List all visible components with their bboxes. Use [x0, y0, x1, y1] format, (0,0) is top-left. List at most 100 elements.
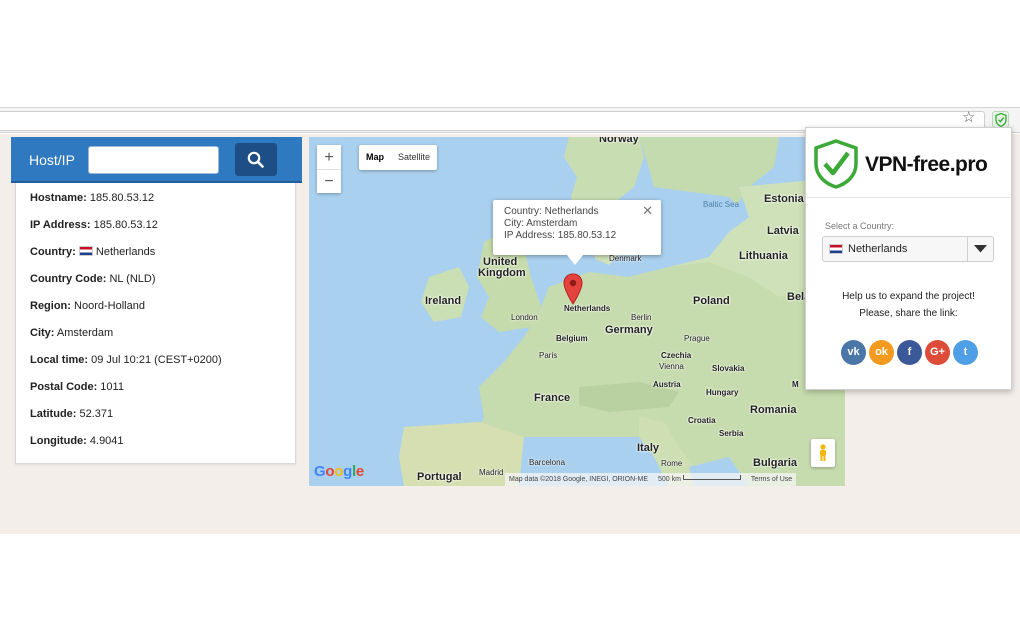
map-label-madrid: Madrid	[479, 468, 504, 477]
map-attribution-bar: Map data ©2018 Google, INEGI, ORION-ME 5…	[505, 473, 797, 486]
infowindow-city: City: Amsterdam	[504, 218, 578, 229]
longitude-label: Longitude:	[30, 435, 87, 447]
zoom-out-button[interactable]: −	[317, 169, 341, 193]
map-label-denmark: Denmark	[609, 254, 642, 263]
netherlands-flag-icon	[829, 244, 843, 254]
search-label: Host/IP	[29, 152, 75, 168]
netherlands-flag-icon	[78, 246, 93, 256]
close-icon[interactable]: ✕	[642, 203, 653, 219]
selected-country: Netherlands	[848, 243, 908, 255]
local-time-row: Local time: 09 Jul 10:21 (CEST+0200)	[30, 352, 222, 379]
vk-share-icon[interactable]: vk	[841, 340, 866, 365]
map-label-serbia: Serbia	[719, 429, 744, 438]
map-label-m: M	[792, 380, 799, 389]
map-label-portugal: Portugal	[417, 471, 462, 483]
map-label-germany: Germany	[605, 324, 653, 336]
promo-text: Help us to expand the project! Please, s…	[806, 288, 1011, 322]
hostname-label: Hostname:	[30, 192, 87, 204]
region-label: Region:	[30, 300, 71, 312]
country-label: Country:	[30, 246, 76, 258]
bookmark-star-icon[interactable]: ☆	[962, 109, 975, 127]
popup-header: VPN-free.pro	[806, 128, 1011, 198]
country-value: Netherlands	[95, 246, 156, 258]
street-view-pegman-icon[interactable]	[811, 439, 835, 467]
map-scale-label: 500 km	[658, 476, 681, 483]
city-value: Amsterdam	[56, 327, 114, 339]
longitude-value: 4.9041	[89, 435, 124, 447]
chevron-down-icon	[974, 245, 987, 253]
map-label-london: London	[511, 313, 538, 322]
local-time-value: 09 Jul 10:21 (CEST+0200)	[91, 354, 222, 366]
local-time-label: Local time:	[30, 354, 89, 366]
social-share-buttons: vk ok f G+ t	[841, 340, 978, 365]
city-label: City:	[30, 327, 55, 339]
scale-bar	[682, 475, 741, 480]
ip-info-panel: Host/IP Hostname: 185.80.53.12 IP Addres…	[11, 137, 302, 464]
country-code-label: Country Code:	[30, 273, 107, 285]
map-label-paris: Paris	[539, 351, 558, 360]
map-info-window: Country: Netherlands City: Amsterdam IP …	[493, 200, 661, 255]
map-label-berlin: Berlin	[631, 313, 652, 322]
hostname-value: 185.80.53.12	[89, 192, 155, 204]
map-label-norway: Norway	[599, 137, 639, 145]
map-label-latvia: Latvia	[767, 225, 799, 237]
infowindow-country: Country: Netherlands	[504, 206, 599, 217]
dropdown-toggle[interactable]	[967, 237, 993, 261]
ip-address-value: 185.80.53.12	[93, 219, 158, 231]
map-label-croatia: Croatia	[688, 416, 716, 425]
promo-line-2: Please, share the link:	[859, 308, 958, 319]
map-label-france: France	[534, 392, 571, 404]
region-row: Region: Noord-Holland	[30, 298, 222, 325]
location-pin-icon[interactable]	[563, 273, 583, 305]
terms-of-use-link[interactable]: Terms of Use	[751, 473, 792, 486]
latitude-row: Latitude: 52.371	[30, 406, 222, 433]
map-label-lithuania: Lithuania	[739, 250, 788, 262]
map-label-czechia: Czechia	[661, 351, 692, 360]
infowindow-ip: IP Address: 185.80.53.12	[504, 230, 617, 241]
map-scale: 500 km	[658, 473, 741, 486]
google-plus-share-icon[interactable]: G+	[925, 340, 950, 365]
zoom-controls: + −	[317, 145, 341, 193]
map-label-slovakia: Slovakia	[712, 364, 745, 373]
hostname-row: Hostname: 185.80.53.12	[30, 190, 222, 217]
country-code-row: Country Code: NL (NLD)	[30, 271, 222, 298]
map-label-romania: Romania	[750, 404, 797, 416]
map-label-estonia: Estonia	[764, 193, 804, 205]
country-row: Country: Netherlands	[30, 244, 222, 271]
search-button[interactable]	[235, 143, 277, 176]
host-ip-input[interactable]	[88, 146, 219, 174]
latitude-label: Latitude:	[30, 408, 77, 420]
search-icon	[247, 151, 264, 168]
map-label-ireland: Ireland	[425, 295, 462, 307]
map-type-control: Map Satellite	[359, 145, 438, 170]
map-label-austria: Austria	[653, 380, 681, 389]
odnoklassniki-share-icon[interactable]: ok	[869, 340, 894, 365]
map-attribution: Map data ©2018 Google, INEGI, ORION-ME	[509, 476, 648, 483]
map-view[interactable]: Norway Estonia Latvia Lithuania Denmark …	[309, 137, 845, 486]
promo-line-1: Help us to expand the project!	[842, 291, 975, 302]
infowindow-tail	[567, 255, 583, 265]
search-bar: Host/IP	[11, 137, 302, 183]
ip-address-label: IP Address:	[30, 219, 91, 231]
country-select[interactable]: Netherlands	[822, 236, 994, 262]
map-label-barcelona: Barcelona	[529, 458, 566, 467]
google-logo: Google	[314, 463, 364, 480]
select-country-label: Select a Country:	[825, 221, 895, 231]
map-type-map-button[interactable]: Map	[359, 145, 391, 170]
facebook-share-icon[interactable]: f	[897, 340, 922, 365]
info-list: Hostname: 185.80.53.12 IP Address: 185.8…	[30, 190, 222, 460]
city-row: City: Amsterdam	[30, 325, 222, 352]
zoom-in-button[interactable]: +	[317, 145, 341, 169]
postal-code-row: Postal Code: 1011	[30, 379, 222, 406]
postal-code-label: Postal Code:	[30, 381, 98, 393]
map-type-satellite-button[interactable]: Satellite	[391, 145, 437, 170]
map-label-hungary: Hungary	[706, 388, 739, 397]
map-label-belgium: Belgium	[556, 334, 588, 343]
map-label-bulgaria: Bulgaria	[753, 457, 798, 469]
ip-address-row: IP Address: 185.80.53.12	[30, 217, 222, 244]
map-label-poland: Poland	[693, 295, 730, 307]
shield-check-icon[interactable]	[992, 111, 1009, 128]
longitude-row: Longitude: 4.9041	[30, 433, 222, 460]
map-label-baltic-sea: Baltic Sea	[703, 200, 740, 209]
twitter-share-icon[interactable]: t	[953, 340, 978, 365]
